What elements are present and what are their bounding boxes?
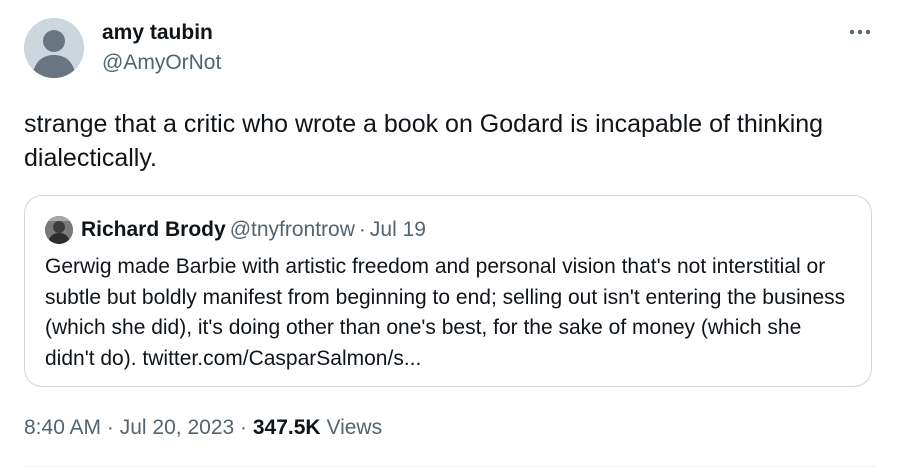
quoted-tweet-card[interactable]: Richard Brody @tnyfrontrow · Jul 19 Gerwig … [24, 195, 872, 387]
more-horizontal-icon [849, 29, 871, 35]
quoted-author-avatar [45, 216, 73, 244]
views-count[interactable]: 347.5K [253, 416, 321, 439]
meta-separator: · [240, 416, 248, 439]
author-avatar[interactable] [24, 18, 84, 78]
author-handle[interactable]: @AmyOrNot [102, 50, 221, 76]
tweet-time[interactable]: 8:40 AM [24, 416, 101, 439]
tweet: amy taubin @AmyOrNot strange that a crit… [0, 0, 901, 472]
default-avatar-icon [24, 18, 84, 78]
quoted-author-photo-icon [45, 216, 73, 244]
quoted-separator: · [358, 218, 366, 241]
more-options-button[interactable] [842, 20, 878, 44]
tweet-date[interactable]: Jul 20, 2023 [120, 416, 234, 439]
quoted-author-name[interactable]: Richard Brody [81, 218, 226, 241]
quoted-author-handle[interactable]: @tnyfrontrow [230, 218, 355, 241]
meta-separator: · [106, 416, 114, 439]
divider [24, 466, 876, 467]
author-display-name[interactable]: amy taubin [102, 20, 213, 46]
quoted-tweet-header: Richard Brody @tnyfrontrow · Jul 19 [81, 217, 426, 243]
views-label: Views [326, 416, 383, 439]
tweet-meta: 8:40 AM · Jul 20, 2023 · 347.5K Views [24, 414, 382, 442]
quoted-tweet-date[interactable]: Jul 19 [370, 218, 426, 241]
tweet-text: strange that a critic who wrote a book o… [24, 110, 824, 172]
quoted-tweet-text: Gerwig made Barbie with artistic freedom… [45, 255, 846, 370]
